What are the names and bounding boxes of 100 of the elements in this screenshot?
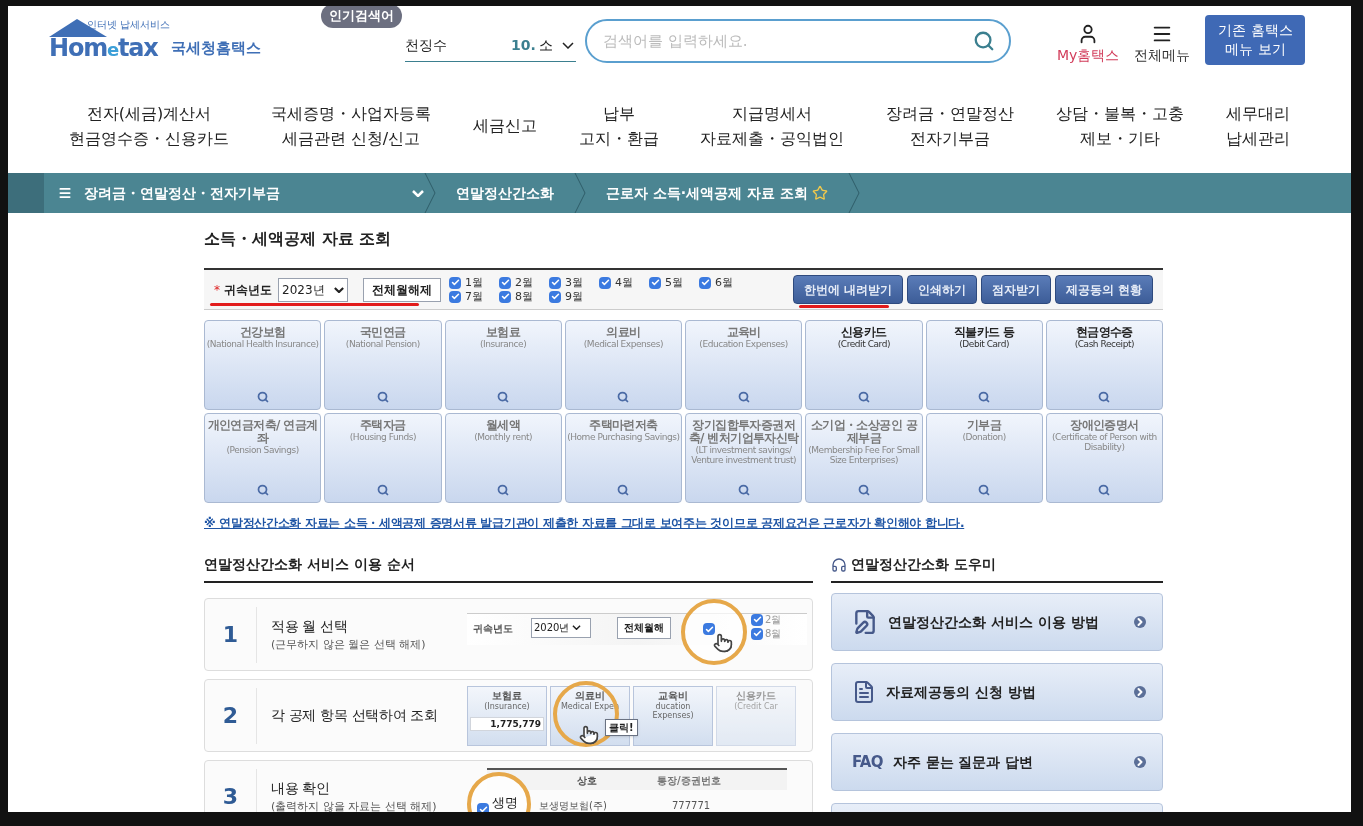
checkbox[interactable]	[699, 276, 711, 289]
step-title: 각 공제 항목 선택하여 조회	[271, 706, 439, 725]
category-card[interactable]: 기부금 (Donation)	[925, 413, 1043, 503]
category-card[interactable]: 장애인증명서 (Certificate of Person with Disability)	[1045, 413, 1163, 503]
category-card[interactable]: 주택마련저축 (Home Purchasing Savings)	[564, 413, 682, 503]
category-card[interactable]: 신용카드 (Credit Card)	[805, 320, 923, 410]
hand-cursor-icon	[713, 632, 733, 653]
breadcrumb-item[interactable]: 연말정산간소화	[436, 182, 574, 204]
faq-label: FAQ	[852, 751, 883, 773]
checkbox[interactable]	[599, 276, 611, 289]
checkbox[interactable]	[703, 623, 715, 635]
main-menu-item[interactable]: 국세증명・사업자등록 세금관련 신청/신고	[270, 100, 431, 151]
action-button[interactable]: 점자받기	[980, 275, 1051, 304]
step-note: (근무하지 않은 월은 선택 해제)	[271, 636, 427, 653]
search-icon	[857, 484, 870, 496]
category-name: 장애인증명서	[1070, 419, 1139, 432]
main-menu-item[interactable]: 세금신고	[472, 113, 537, 138]
month-label: 2월	[765, 613, 782, 626]
required-mark: *	[214, 281, 220, 299]
category-name: 개인연금저축/ 연금계좌	[206, 419, 319, 445]
category-card[interactable]: 장기집합투자증권저축/ 벤처기업투자신탁 (LT investment savings/ Venture investment trust)	[685, 413, 803, 503]
category-english: (Housing Funds)	[349, 432, 416, 442]
category-name: 직불카드 등	[953, 326, 1015, 339]
category-name: 의료비	[606, 326, 641, 339]
checkbox[interactable]	[549, 276, 561, 289]
category-card[interactable]: 주택자금 (Housing Funds)	[324, 413, 442, 503]
helper-link[interactable]: 자료제공동의 신청 방법	[831, 663, 1163, 721]
search-icon	[978, 484, 991, 496]
search-field[interactable]: 검색어를 입력하세요.	[585, 19, 1011, 63]
month-label: 9월	[565, 290, 583, 303]
category-card[interactable]: 교육비 (Education Expenses)	[685, 320, 803, 410]
favorite-star-icon[interactable]	[811, 185, 828, 201]
category-english: (Insurance)	[480, 339, 527, 349]
helper-link[interactable]: 연말정산간소화 서비스 이용 방법	[831, 593, 1163, 651]
category-name: 국민연금	[360, 326, 406, 339]
category-english: (Home Purchasing Savings)	[567, 432, 680, 442]
category-name: 장기집합투자증권저축/ 벤처기업투자신탁	[687, 419, 800, 445]
chevron-down-icon	[562, 42, 574, 49]
category-card[interactable]: 의료비 (Medical Expenses)	[564, 320, 682, 410]
category-english: (Debit Card)	[959, 339, 1009, 349]
category-name: 주택자금	[360, 419, 406, 432]
category-card[interactable]: 월세액 (Monthly rent)	[444, 413, 562, 503]
main-menu-item[interactable]: 세무대리 납세관리	[1226, 100, 1291, 151]
legacy-menu-button[interactable]: 기존 홈택스 메뉴 보기	[1205, 15, 1306, 65]
category-card[interactable]: 직불카드 등 (Debit Card)	[925, 320, 1043, 410]
breadcrumb-item[interactable]: 근로자 소득·세액공제 자료 조회	[586, 182, 848, 204]
section-title: 연말정산간소화 도우미	[851, 555, 996, 574]
category-card[interactable]: 현금영수증 (Cash Receipt)	[1045, 320, 1163, 410]
clear-months-button[interactable]: 전체월해제	[363, 277, 441, 302]
category-name: 건강보험	[239, 326, 286, 339]
checkbox[interactable]	[649, 276, 661, 289]
category-card[interactable]: 건강보험 (National Health Insurance)	[204, 320, 322, 410]
document-icon	[852, 680, 876, 704]
search-icon	[376, 391, 389, 403]
full-menu-button[interactable]: 전체메뉴	[1134, 22, 1191, 66]
main-menu-item[interactable]: 전자(세금)계산서 현금영수증・신용카드	[68, 100, 229, 151]
step-title: 적용 월 선택	[271, 616, 349, 636]
action-button[interactable]: 제공동의 현황	[1054, 275, 1153, 304]
category-card[interactable]: 보험료 (Insurance)	[444, 320, 562, 410]
action-button[interactable]: 인쇄하기	[906, 275, 977, 304]
search-icon	[256, 391, 269, 403]
mini-card-english: (Insurance)	[484, 701, 530, 711]
mini-card-english: (Credit Car	[734, 701, 778, 711]
logo-wordmark: Hometax	[49, 36, 158, 60]
search-icon	[256, 484, 269, 496]
category-card[interactable]: 소기업・소상공인 공제부금 (Membership Fee For Small Size Enterprises)	[805, 413, 923, 503]
caret-icon	[572, 625, 582, 630]
my-hometax-link[interactable]: My홈택스	[1057, 22, 1120, 66]
checkbox[interactable]	[449, 276, 461, 289]
popular-badge: 인기검색어	[321, 6, 402, 28]
main-menu-item[interactable]: 상담・불복・고충 제보・기타	[1056, 100, 1185, 151]
breadcrumb-separator-icon	[424, 173, 436, 213]
chevron-down-icon	[412, 189, 424, 197]
helper-link[interactable]: FAQ 자주 묻는 질문과 답변	[831, 733, 1163, 791]
breadcrumb-item[interactable]: 장려금・연말정산・전자기부금	[44, 182, 424, 204]
main-menu-item[interactable]: 납부 고지・환급	[578, 100, 659, 151]
checkbox[interactable]	[449, 290, 461, 303]
category-card[interactable]: 국민연금 (National Pension)	[324, 320, 442, 410]
mini-card-name: 보험료	[492, 689, 522, 702]
category-name: 교육비	[726, 326, 761, 339]
keyword-rank: 10.	[511, 36, 536, 55]
category-card[interactable]: 개인연금저축/ 연금계좌 (Pension Savings)	[204, 413, 322, 503]
month-label: 2월	[515, 276, 533, 289]
year-select[interactable]: 2023년	[278, 277, 348, 302]
circle-arrow-icon	[1134, 686, 1146, 698]
breadcrumb-separator-icon	[847, 173, 860, 213]
checkbox[interactable]	[549, 290, 561, 303]
checkbox[interactable]	[499, 290, 511, 303]
main-menu-item[interactable]: 지급명세서 자료제출・공익법인	[700, 100, 845, 151]
main-menu-item[interactable]: 장려금・연말정산 전자기부금	[886, 100, 1015, 151]
popular-keyword-ticker[interactable]: 천징수 10. 소	[405, 30, 576, 62]
search-icon	[978, 391, 991, 403]
search-icon[interactable]	[973, 30, 995, 52]
notice-link[interactable]: ※ 연말정산간소화 자료는 소득・세액공제 증명서류 발급기관이 제출한 자료를 그대로 보여주는 것이므로 공제요건은 근로자가 확인해야 합니다.	[204, 514, 1163, 532]
logo-title: 국세청홈택스	[171, 37, 261, 59]
headset-icon	[831, 556, 847, 573]
checkbox[interactable]	[477, 803, 489, 812]
checkbox[interactable]	[499, 276, 511, 289]
popular-keyword: 천징수	[405, 36, 448, 55]
category-name: 소기업・소상공인 공제부금	[809, 419, 919, 445]
